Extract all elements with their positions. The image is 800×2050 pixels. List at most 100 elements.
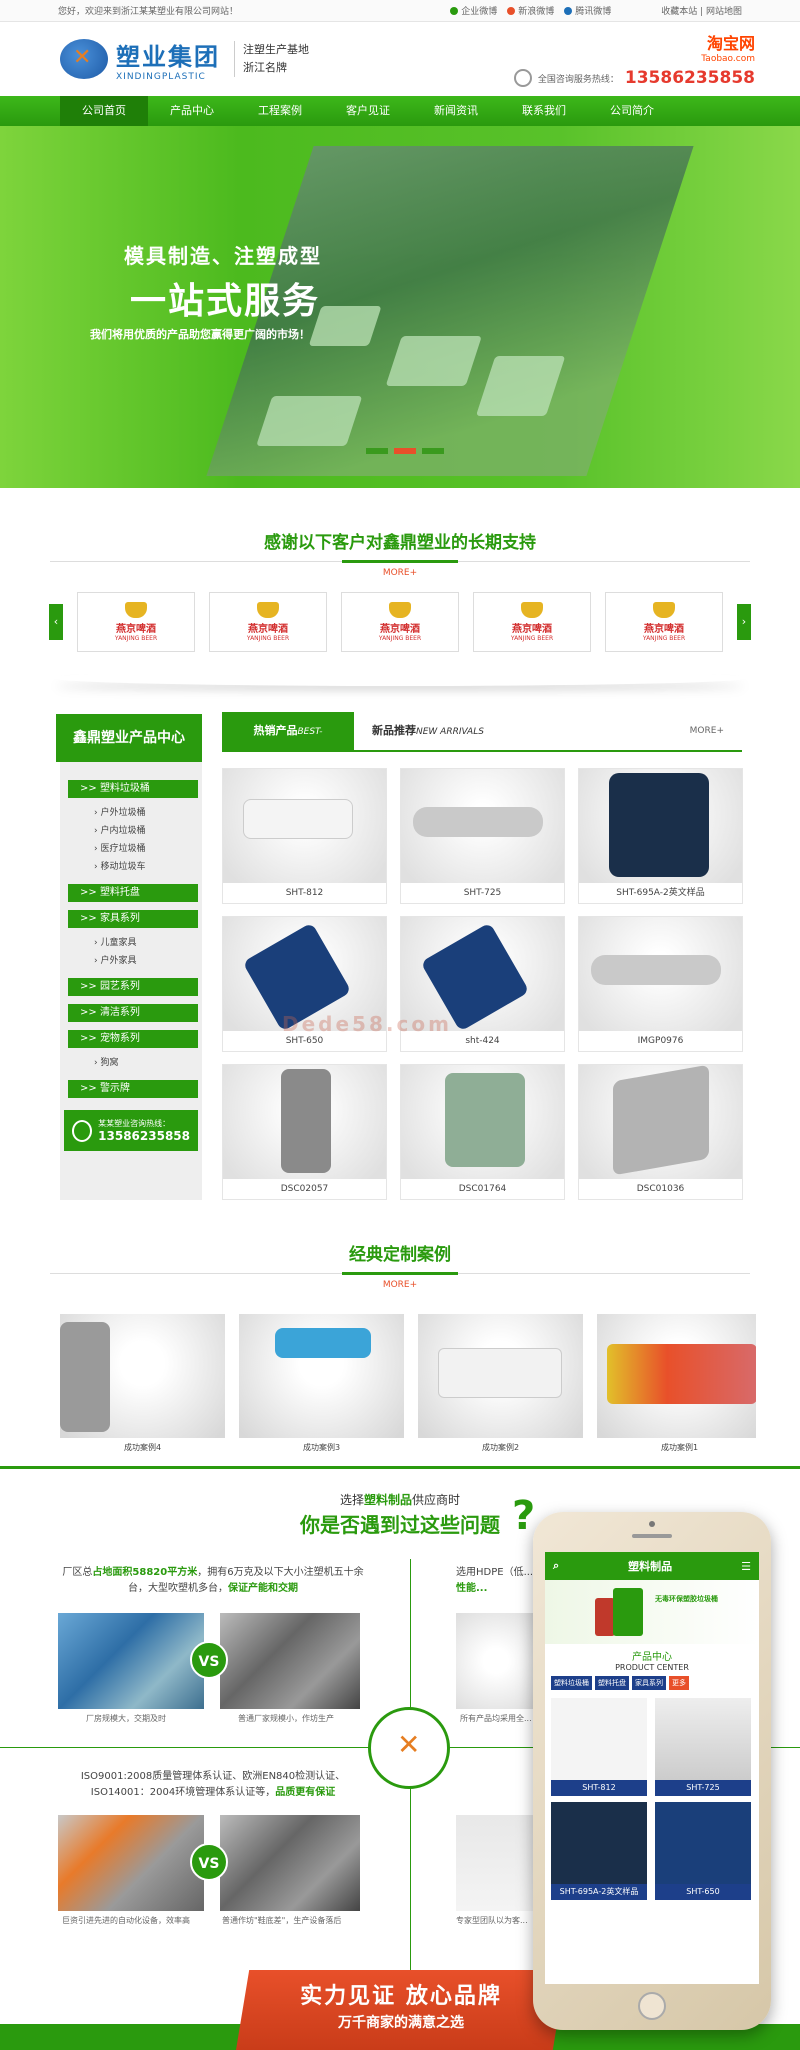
partners-more-link[interactable]: MORE+ [0,568,800,578]
product-grid: SHT-812 SHT-725 SHT-695A-2英文样品 SHT-650 sht-4… [222,768,743,1200]
nav-home[interactable]: 公司首页 [60,96,148,126]
subcategory-item[interactable]: 户内垃圾桶 [68,822,202,840]
nav-news[interactable]: 新闻资讯 [412,96,500,126]
logo-name: 塑业集团 [116,42,220,71]
mobile-tab[interactable]: 家具系列 [632,1676,666,1690]
next-arrow-button[interactable]: › [737,604,751,640]
mobile-product-image [655,1698,751,1780]
nav-about[interactable]: 公司简介 [588,96,676,126]
product-name: DSC02057 [223,1179,386,1199]
products-more-link[interactable]: MORE+ [672,712,742,750]
product-main: 热销产品BEST-SELLERS 新品推荐NEW ARRIVALS MORE+ … [222,712,743,1200]
photo-caption: 普通作坊"鞋底差"，生产设备落后 [222,1916,342,1925]
partner-logo[interactable]: 燕京啤酒 YANJING BEER [341,592,459,652]
category-item[interactable]: 塑料托盘 [68,884,198,902]
mobile-section-title: 产品中心 [632,1652,672,1663]
product-sidebar: 鑫鼎塑业产品中心 塑料垃圾桶户外垃圾桶户内垃圾桶医疗垃圾桶移动垃圾车塑料托盘家具… [56,714,202,1200]
mobile-product-name: SHT-695A-2英文样品 [551,1884,647,1900]
logo-icon [60,39,108,79]
taobao-logo[interactable]: 淘宝网 Taobao.com [514,30,755,64]
partner-logo[interactable]: 燕京啤酒 YANJING BEER [77,592,195,652]
mobile-tab[interactable]: 塑料垃圾桶 [551,1676,592,1690]
subcategory-item[interactable]: 儿童家具 [68,934,202,952]
case-item[interactable]: 成功案例3 [239,1314,404,1453]
product-card[interactable]: SHT-725 [400,768,565,904]
crest-icon [653,602,675,618]
product-name: SHT-812 [223,883,386,903]
case-item[interactable]: 成功案例4 [60,1314,225,1453]
nav-testimonials[interactable]: 客户见证 [324,96,412,126]
category-item[interactable]: 宠物系列 [68,1030,198,1048]
link-tencent-weibo[interactable]: 腾讯微博 [564,4,611,17]
case-image [597,1314,756,1438]
old-equipment-photo [220,1815,360,1911]
product-image [579,769,742,883]
mobile-product-name: SHT-725 [655,1780,751,1796]
link-sina-weibo[interactable]: 新浪微博 [507,4,554,17]
crest-icon [521,602,543,618]
tab-new-arrivals[interactable]: 新品推荐NEW ARRIVALS [354,712,502,750]
logo[interactable]: 塑业集团 XINDINGPLASTIC 注塑生产基地 浙江名牌 [60,37,309,82]
mobile-tab-more[interactable]: 更多 [669,1676,689,1690]
bin-image [613,1588,643,1636]
partner-logo[interactable]: 燕京啤酒 YANJING BEER [473,592,591,652]
partner-logo[interactable]: 燕京啤酒 YANJING BEER [605,592,723,652]
case-item[interactable]: 成功案例2 [418,1314,583,1453]
mobile-product-image [655,1802,751,1884]
category-item[interactable]: 家具系列 [68,910,198,928]
mobile-tab[interactable]: 塑料托盘 [595,1676,629,1690]
menu-icon[interactable]: ☰ [741,1560,751,1573]
product-card[interactable]: DSC02057 [222,1064,387,1200]
nav-contact[interactable]: 联系我们 [500,96,588,126]
subcategory-item[interactable]: 移动垃圾车 [68,858,202,876]
category-item[interactable]: 塑料垃圾桶 [68,780,198,798]
tab-best-sellers[interactable]: 热销产品BEST-SELLERS [222,712,354,776]
cases-more-link[interactable]: MORE+ [0,1280,800,1290]
product-image [223,769,386,883]
photo-caption: 专家型团队以为客... [456,1916,528,1925]
carousel-dot-active[interactable] [394,448,416,454]
hotline-number: 13586235858 [624,68,755,88]
partner-logo[interactable]: 燕京啤酒 YANJING BEER [209,592,327,652]
product-card[interactable]: SHT-695A-2英文样品 [578,768,743,904]
prev-arrow-button[interactable]: ‹ [49,604,63,640]
category-item[interactable]: 警示牌 [68,1080,198,1098]
product-center: 鑫鼎塑业产品中心 塑料垃圾桶户外垃圾桶户内垃圾桶医疗垃圾桶移动垃圾车塑料托盘家具… [56,712,800,1200]
product-image [223,1065,386,1179]
mobile-product-card[interactable]: SHT-725 [655,1698,751,1796]
carousel-dot[interactable] [422,448,444,454]
product-card[interactable]: DSC01764 [400,1064,565,1200]
category-item[interactable]: 清洁系列 [68,1004,198,1022]
mobile-product-card[interactable]: SHT-650 [655,1802,751,1900]
product-card[interactable]: SHT-812 [222,768,387,904]
carousel-dots [366,448,444,454]
header: 塑业集团 XINDINGPLASTIC 注塑生产基地 浙江名牌 淘宝网Taoba… [0,22,800,96]
nav-products[interactable]: 产品中心 [148,96,236,126]
promo-question-2: 你是否遇到过这些问题 [300,1513,500,1537]
mobile-product-card[interactable]: SHT-812 [551,1698,647,1796]
subcategory-item[interactable]: 户外家具 [68,952,202,970]
product-card[interactable]: DSC01036 [578,1064,743,1200]
banner-line1: 模具制造、注塑成型 [124,244,322,268]
subcategory-item[interactable]: 户外垃圾桶 [68,804,202,822]
photo-caption: 巨资引进先进的自动化设备，效率高 [62,1916,190,1925]
carousel-dot[interactable] [366,448,388,454]
mobile-mockup: ⌕ 塑料制品 ☰ 无毒环保塑胶垃圾桶 产品中心 PRODUCT CENTER 塑… [533,1512,771,2030]
case-item[interactable]: 成功案例1 [597,1314,756,1453]
product-card[interactable]: IMGP0976 [578,916,743,1052]
top-bar: 您好，欢迎来到浙江某某塑业有限公司网站！ 企业微博 新浪微博 腾讯微博 收藏本站… [0,0,800,22]
hero-banner[interactable]: 模具制造、注塑成型 一站式服务 我们将用优质的产品助您赢得更广阔的市场！ [0,126,800,488]
link-company-weibo[interactable]: 企业微博 [450,4,497,17]
photo-caption: 所有产品均采用全... [460,1714,532,1723]
search-icon[interactable]: ⌕ [553,1559,559,1573]
bookmark-sitemap-links[interactable]: 收藏本站 | 网站地图 [661,4,742,17]
subcategory-item[interactable]: 狗窝 [68,1054,202,1072]
mobile-product-card[interactable]: SHT-695A-2英文样品 [551,1802,647,1900]
subcategory-item[interactable]: 医疗垃圾桶 [68,840,202,858]
category-list: 塑料垃圾桶户外垃圾桶户内垃圾桶医疗垃圾桶移动垃圾车塑料托盘家具系列儿童家具户外家… [60,762,202,1098]
category-item[interactable]: 园艺系列 [68,978,198,996]
camera-icon [649,1521,655,1527]
mobile-product-grid: SHT-812 SHT-725 SHT-695A-2英文样品 SHT-650 [545,1694,759,1904]
nav-projects[interactable]: 工程案例 [236,96,324,126]
mobile-tabs: 塑料垃圾桶 塑料托盘 家具系列 更多 [545,1672,759,1694]
